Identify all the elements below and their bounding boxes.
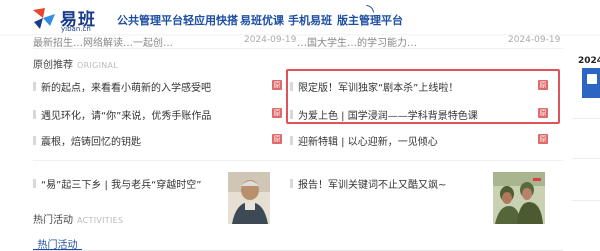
top-row-right-date: 2024-09-19 [508,35,561,45]
original-badge: 原 [538,134,548,144]
sidebar-year: 2024 [578,56,600,66]
sidebar-divider [572,200,600,201]
card-glyph-icon [587,74,597,84]
activities-section-title: 热门活动 ACTIVITIES [33,215,124,226]
original-item[interactable]: 新的起点，来看看小萌新的入学感受吧 [33,79,211,94]
section-divider [33,160,563,161]
top-nav-bar: 易班 yiban.cn 公共管理平台 轻应用快搭 易班优课 手机易班 版主管理平… [0,0,600,34]
logo-mark-icon [33,8,55,29]
sidebar-divider [572,118,600,119]
news-item[interactable]: 报告！军训关键词不止又酷又飒~ [290,176,446,191]
military-training-photo[interactable] [493,172,545,224]
original-item[interactable]: 震根，焙铸回忆的钥匙 [33,133,141,148]
original-item[interactable]: 迎新特辑 | 以心迎新，一见倾心 [290,133,438,148]
original-section-title: 原创推荐 ORIGINAL [33,60,119,71]
news-item[interactable]: “易”起三下乡 | 我与老兵“穿越时空” [33,176,201,191]
bullet-icon [290,136,293,145]
top-divider [33,48,563,49]
bullet-icon [33,110,36,119]
bullet-icon [290,179,293,188]
tab-hot-activities[interactable]: 热门活动 [33,236,82,251]
top-row-left[interactable]: 最新招生…网络解读…一起创… [33,34,173,49]
bullet-icon [33,179,36,188]
original-badge: 原 [272,134,282,144]
original-badge: 原 [272,108,282,118]
top-row-right[interactable]: …国大学生…的学习能力… [297,34,417,49]
nav-moderator-platform[interactable]: 版主管理平台 [337,12,403,28]
nav-light-app[interactable]: 轻应用快搭 [183,12,238,28]
bullet-icon [33,136,36,145]
nav-yiban-course[interactable]: 易班优课 [240,12,284,28]
sidebar-divider [572,158,600,159]
sidebar-card[interactable] [582,68,600,98]
yiban-logo[interactable]: 易班 yiban.cn [30,4,105,33]
top-row-left-date: 2024-09-19 [244,35,297,45]
original-badge: 原 [272,80,282,90]
nav-mobile-yiban[interactable]: 手机易班 [288,12,332,28]
highlight-box [286,69,560,124]
bullet-icon [33,82,36,91]
nav-public-platform[interactable]: 公共管理平台 [117,12,183,28]
veteran-photo[interactable] [228,172,270,224]
original-item[interactable]: 遇见环化，请“你”来说，优秀手账作品 [33,107,211,122]
